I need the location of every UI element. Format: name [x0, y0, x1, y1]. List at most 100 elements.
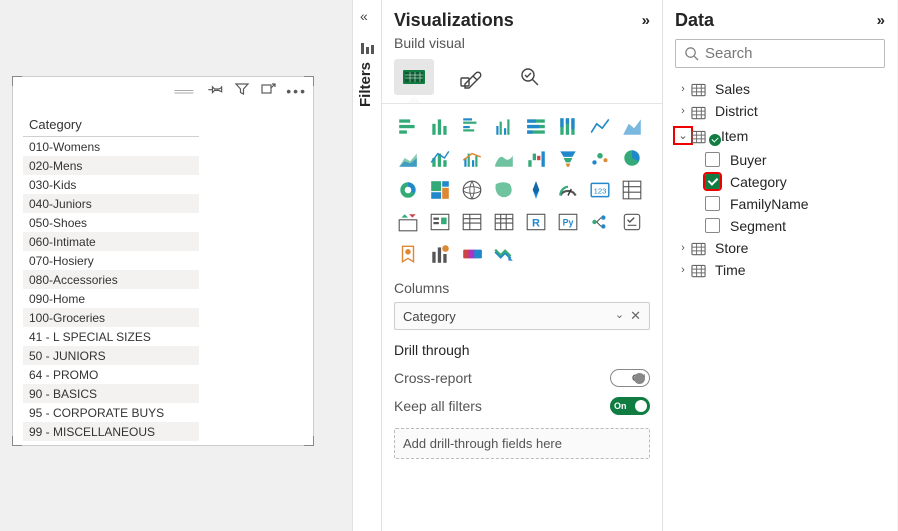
analytics-tab[interactable]	[510, 59, 550, 95]
table-node-sales[interactable]: ›Sales	[675, 78, 885, 100]
cross-report-toggle[interactable]: Off	[610, 369, 650, 387]
filters-label[interactable]: Filters	[357, 62, 374, 107]
table-node-store[interactable]: ›Store	[675, 237, 885, 259]
field-remove-icon[interactable]: ✕	[630, 308, 641, 324]
field-well-item[interactable]: Category	[403, 309, 456, 324]
collapse-visualizations-icon[interactable]: »	[642, 12, 650, 29]
table-row[interactable]: 030-Kids	[23, 175, 199, 194]
viz-type-slicer[interactable]	[426, 208, 454, 236]
table-row[interactable]: 080-Accessories	[23, 270, 199, 289]
viz-type-table[interactable]	[458, 208, 486, 236]
viz-type-smart-narrative[interactable]	[618, 208, 646, 236]
table-row[interactable]: 050-Shoes	[23, 213, 199, 232]
more-options-icon[interactable]: •••	[286, 83, 307, 99]
viz-type-filled-map[interactable]	[490, 176, 518, 204]
table-row[interactable]: 64 - PROMO	[23, 365, 199, 384]
checkbox[interactable]	[705, 196, 720, 211]
viz-type-line-stacked-col[interactable]	[426, 144, 454, 172]
viz-type-stacked-col[interactable]	[426, 112, 454, 140]
table-row[interactable]: 010-Womens	[23, 137, 199, 156]
pin-icon[interactable]	[208, 81, 224, 100]
viz-type-card[interactable]: 123	[586, 176, 614, 204]
field-chevron-icon[interactable]: ⌄	[615, 308, 624, 324]
viz-type-treemap[interactable]	[426, 176, 454, 204]
viz-type-r-visual[interactable]: R	[522, 208, 550, 236]
chevron-right-icon[interactable]: ›	[675, 242, 691, 254]
viz-type-donut[interactable]	[394, 176, 422, 204]
resize-handle-tl[interactable]	[12, 76, 22, 86]
viz-type-matrix[interactable]	[490, 208, 518, 236]
field-node-buyer[interactable]: Buyer	[675, 149, 885, 171]
filter-icon[interactable]	[234, 81, 250, 100]
viz-type-pie[interactable]	[618, 144, 646, 172]
table-row[interactable]: 50 - JUNIORS	[23, 346, 199, 365]
table-node-district[interactable]: › District	[675, 100, 885, 122]
build-visual-tab[interactable]	[394, 59, 434, 95]
field-node-category[interactable]: Category	[675, 171, 885, 193]
resize-handle-br[interactable]	[304, 436, 314, 446]
viz-type-decomp[interactable]	[586, 208, 614, 236]
viz-type-line[interactable]	[586, 112, 614, 140]
field-node-segment[interactable]: Segment	[675, 215, 885, 237]
viz-type-stacked-bar[interactable]	[394, 112, 422, 140]
table-visual-container[interactable]: ══ ••• Category 010-Womens020-Mens030-Ki…	[12, 76, 314, 446]
checkbox-checked[interactable]	[705, 174, 720, 189]
viz-type-power-automate[interactable]	[458, 240, 486, 268]
viz-type-stacked-area[interactable]	[394, 144, 422, 172]
viz-type-azure-map[interactable]	[522, 176, 550, 204]
search-input[interactable]: Search	[675, 39, 885, 68]
viz-type-paginated[interactable]	[394, 240, 422, 268]
table-row[interactable]: 020-Mens	[23, 156, 199, 175]
viz-type-funnel[interactable]	[554, 144, 582, 172]
viz-type-clustered-col[interactable]	[490, 112, 518, 140]
columns-section-label: Columns	[394, 280, 650, 296]
viz-type-multirow-card[interactable]	[394, 208, 422, 236]
checkbox[interactable]	[705, 218, 720, 233]
viz-type-map[interactable]	[458, 176, 486, 204]
viz-type-gauge[interactable]	[554, 176, 582, 204]
table-label: Time	[715, 262, 746, 278]
keep-all-filters-toggle[interactable]: On	[610, 397, 650, 415]
chevron-right-icon[interactable]: ›	[675, 105, 691, 117]
chevron-down-icon[interactable]: ⌄	[675, 128, 691, 143]
resize-handle-bl[interactable]	[12, 436, 22, 446]
table-label: District	[715, 103, 758, 119]
table-row[interactable]: 99 - MISCELLANEOUS	[23, 422, 199, 441]
focus-mode-icon[interactable]	[260, 81, 276, 100]
report-canvas: ══ ••• Category 010-Womens020-Mens030-Ki…	[0, 0, 352, 531]
checkbox[interactable]	[705, 152, 720, 167]
chevron-right-icon[interactable]: ›	[675, 264, 691, 276]
collapse-data-icon[interactable]: »	[877, 12, 885, 29]
format-visual-tab[interactable]	[452, 59, 492, 95]
viz-type-kpi[interactable]	[618, 176, 646, 204]
table-row[interactable]: 060-Intimate	[23, 232, 199, 251]
viz-type-waterfall[interactable]	[522, 144, 550, 172]
table-row[interactable]: 100-Groceries	[23, 308, 199, 327]
table-row[interactable]: 040-Juniors	[23, 194, 199, 213]
viz-type-power-apps[interactable]	[426, 240, 454, 268]
drag-grip-icon[interactable]: ══	[174, 83, 192, 99]
visualizations-panel: Visualizations » Build visual 123RPy Col…	[382, 0, 663, 531]
columns-field-well[interactable]: Category ⌄ ✕	[394, 302, 650, 330]
viz-type-ribbon[interactable]	[490, 144, 518, 172]
table-row[interactable]: 090-Home	[23, 289, 199, 308]
table-row[interactable]: 90 - BASICS	[23, 384, 199, 403]
expand-filters-icon[interactable]: «	[360, 8, 368, 24]
viz-type-python[interactable]: Py	[554, 208, 582, 236]
viz-type-clustered-bar[interactable]	[458, 112, 486, 140]
table-node-item[interactable]: ⌄Item	[675, 123, 885, 149]
viz-type-q-and-a[interactable]	[490, 240, 518, 268]
chevron-right-icon[interactable]: ›	[675, 83, 691, 95]
table-column-header[interactable]: Category	[23, 113, 199, 137]
table-row[interactable]: 95 - CORPORATE BUYS	[23, 403, 199, 422]
viz-type-100-bar[interactable]	[522, 112, 550, 140]
viz-type-100-col[interactable]	[554, 112, 582, 140]
table-row[interactable]: 070-Hosiery	[23, 251, 199, 270]
drill-through-drop-area[interactable]: Add drill-through fields here	[394, 428, 650, 459]
table-node-time[interactable]: › Time	[675, 259, 885, 281]
field-node-familyname[interactable]: FamilyName	[675, 193, 885, 215]
table-row[interactable]: 41 - L SPECIAL SIZES	[23, 327, 199, 346]
viz-type-scatter[interactable]	[586, 144, 614, 172]
viz-type-line-clustered-col[interactable]	[458, 144, 486, 172]
viz-type-area[interactable]	[618, 112, 646, 140]
